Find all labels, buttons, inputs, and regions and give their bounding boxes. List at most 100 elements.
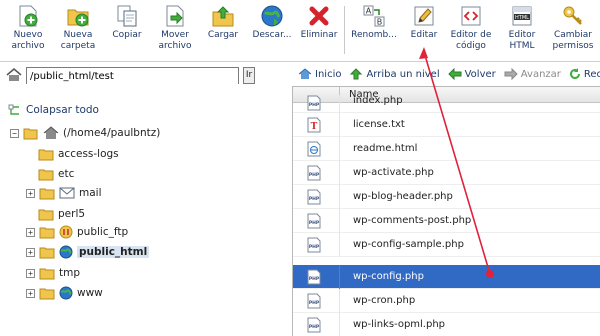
move-file-button[interactable]: Mover archivo [154,4,196,60]
file-row-index-php[interactable]: PHP index.php [293,95,600,113]
file-name: wp-blog-header.php [353,191,453,202]
code-editor-button[interactable]: Editor de código [448,4,494,60]
globe-icon [59,286,73,300]
tree-root[interactable]: − (/home4/paulbntz) [10,124,160,142]
file-row-wp-config-sample[interactable]: PHP wp-config-sample.php [293,233,600,257]
collapse-all-button[interactable]: Colapsar todo [8,104,99,116]
svg-text:PHP: PHP [309,276,320,282]
folder-icon [39,227,55,239]
up-level-label: Arriba un nivel [366,68,440,80]
tree-item-label: tmp [59,267,81,279]
toolbar-label: Copiar [112,30,142,40]
php-file-icon: PHP [307,189,321,205]
php-file-icon: PHP [307,269,321,285]
edit-button[interactable]: Editar [406,4,442,60]
file-row-wp-activate[interactable]: PHP wp-activate.php [293,161,600,185]
code-editor-icon [461,6,481,26]
file-row-wp-blog-header[interactable]: PHP wp-blog-header.php [293,185,600,209]
expand-toggle[interactable]: + [26,247,35,257]
toolbar-label: Editar [410,30,438,40]
expand-toggle[interactable]: + [26,288,35,298]
svg-text:B: B [377,18,383,27]
new-folder-button[interactable]: Nueva carpeta [56,4,100,60]
folder-icon [39,268,55,280]
tree-item-label: mail [79,187,102,199]
file-name: readme.html [353,143,418,154]
expand-toggle[interactable]: + [26,188,35,198]
download-icon [261,5,283,27]
file-row-wp-cron[interactable]: PHP wp-cron.php [293,289,600,313]
collapse-all-label: Colapsar todo [26,104,99,116]
back-label: Volver [464,68,496,80]
toolbar-label: Editor HTML [508,30,536,51]
home-button[interactable]: Inicio [298,68,341,80]
delete-button[interactable]: Eliminar [300,4,338,60]
rename-button[interactable]: A B Renomb... [350,4,398,60]
globe-icon [59,245,73,259]
home-path-icon [6,68,22,81]
forward-button[interactable]: Avanzar [504,68,561,80]
tree-item-public-ftp[interactable]: + public_ftp [26,223,128,241]
new-file-button[interactable]: Nuevo archivo [8,4,48,60]
html-editor-button[interactable]: HTML Editor HTML [502,4,542,60]
reload-button[interactable]: Rec [569,68,600,80]
file-name: wp-config.php [353,271,424,282]
new-folder-icon [67,9,89,27]
home-label: Inicio [315,68,342,80]
toolbar-label: Nuevo archivo [11,30,45,51]
tree-item-etc[interactable]: etc [38,165,74,183]
folder-icon [38,169,54,181]
file-row-license-txt[interactable]: T license.txt [293,113,600,137]
file-name: license.txt [353,119,405,130]
tree-item-label: etc [58,168,75,180]
file-name: index.php [353,95,403,106]
expand-toggle[interactable]: + [26,227,35,237]
file-row-wp-links-opml[interactable]: PHP wp-links-opml.php [293,313,600,336]
toolbar: Nuevo archivo Nueva carpeta Copiar Mover… [0,0,600,62]
forward-label: Avanzar [520,68,561,80]
tree-item-tmp[interactable]: + tmp [26,264,80,282]
file-row-wp-comments-post[interactable]: PHP wp-comments-post.php [293,209,600,233]
tree-root-label: (/home4/paulbntz) [63,127,161,139]
toolbar-label: Nueva carpeta [60,30,96,51]
copy-button[interactable]: Copiar [110,4,144,60]
svg-text:PHP: PHP [309,244,320,250]
tree-item-perl5[interactable]: perl5 [38,205,85,223]
file-row-readme-html[interactable]: readme.html [293,137,600,161]
path-input[interactable] [26,67,239,85]
expand-toggle[interactable]: + [26,268,35,278]
download-button[interactable]: Descar... [250,4,294,60]
php-file-icon: PHP [307,317,321,333]
tree-item-access-logs[interactable]: access-logs [38,145,119,163]
upload-button[interactable]: Cargar [204,4,242,60]
file-name: wp-comments-post.php [353,215,472,226]
mail-icon [59,187,75,199]
go-button[interactable]: Ir [243,67,255,84]
file-list: Name PHP index.php T license.txt readme.… [292,86,600,336]
tree-item-label: access-logs [58,148,119,160]
tree-item-public-html[interactable]: + public_html [26,243,150,261]
file-row-wp-config[interactable]: PHP wp-config.php [293,265,600,289]
svg-text:PHP: PHP [309,300,320,306]
permissions-button[interactable]: Cambiar permisos [550,4,596,60]
collapse-root-toggle[interactable]: − [10,128,19,138]
tree-item-www[interactable]: + www [26,284,103,302]
tree-item-label: public_html [77,246,150,258]
file-name: wp-config-sample.php [353,239,464,250]
tree-item-label: perl5 [58,208,86,220]
move-file-icon [166,5,184,27]
toolbar-label: Renomb... [351,30,397,40]
home-icon [298,68,312,79]
file-name: wp-activate.php [353,167,434,178]
tree-item-mail[interactable]: + mail [26,184,102,202]
copy-icon [117,5,137,27]
collapse-icon [8,104,19,115]
toolbar-label: Eliminar [300,30,338,40]
up-level-button[interactable]: Arriba un nivel [349,68,440,80]
back-button[interactable]: Volver [447,68,496,80]
tree-item-label: public_ftp [77,226,129,238]
reload-icon [569,68,580,79]
toolbar-divider [344,6,345,54]
folder-icon [39,188,55,200]
reload-label: Rec [583,68,600,80]
